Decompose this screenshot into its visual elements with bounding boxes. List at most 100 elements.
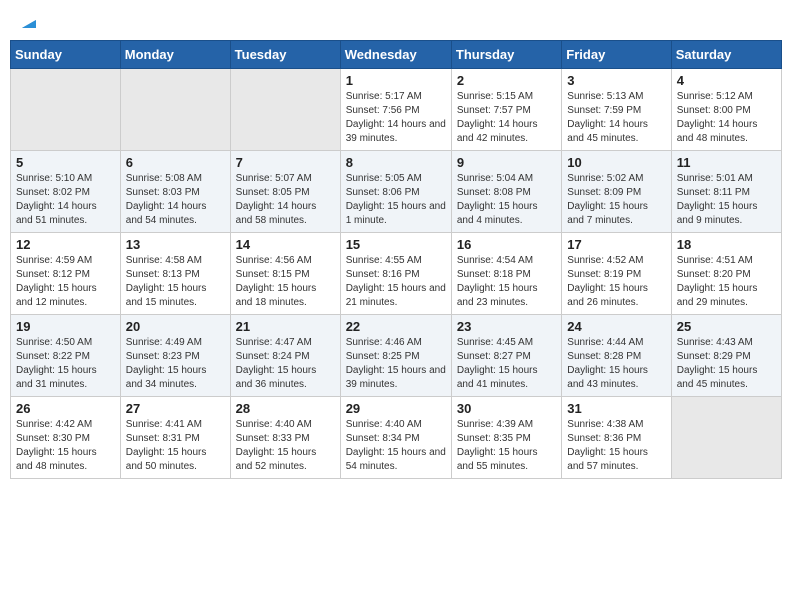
day-info: Sunrise: 4:55 AM Sunset: 8:16 PM Dayligh…: [346, 254, 446, 310]
day-info: Sunrise: 4:45 AM Sunset: 8:27 PM Dayligh…: [457, 336, 556, 392]
calendar-cell: 3 Sunrise: 5:13 AM Sunset: 7:59 PM Daylig…: [562, 69, 671, 151]
day-number: 12: [16, 237, 115, 252]
calendar-cell: 29 Sunrise: 4:40 AM Sunset: 8:34 PM Dayli…: [340, 397, 451, 479]
day-number: 14: [236, 237, 335, 252]
day-info: Sunrise: 5:04 AM Sunset: 8:08 PM Dayligh…: [457, 172, 556, 228]
calendar-cell: 10 Sunrise: 5:02 AM Sunset: 8:09 PM Dayli…: [562, 151, 671, 233]
calendar-cell: 17Sunrise: 4:52 AM Sunset: 8:19 PM Dayli…: [562, 233, 671, 315]
day-number: 29: [346, 401, 446, 416]
day-number: 11: [677, 155, 776, 170]
day-number: 27: [126, 401, 225, 416]
day-number: 6: [126, 155, 225, 170]
day-number: 21: [236, 319, 335, 334]
day-info: Sunrise: 5:17 AM Sunset: 7:56 PM Dayligh…: [346, 90, 446, 146]
day-info: Sunrise: 4:40 AM Sunset: 8:34 PM Dayligh…: [346, 418, 446, 474]
day-number: 28: [236, 401, 335, 416]
day-info: Sunrise: 4:44 AM Sunset: 8:28 PM Dayligh…: [567, 336, 665, 392]
calendar-week-row: 5 Sunrise: 5:10 AM Sunset: 8:02 PM Daylig…: [11, 151, 782, 233]
calendar-week-row: 1 Sunrise: 5:17 AM Sunset: 7:56 PM Daylig…: [11, 69, 782, 151]
calendar-cell: 23 Sunrise: 4:45 AM Sunset: 8:27 PM Dayli…: [451, 315, 561, 397]
day-number: 1: [346, 73, 446, 88]
day-info: Sunrise: 4:38 AM Sunset: 8:36 PM Dayligh…: [567, 418, 665, 474]
calendar-cell: [671, 397, 781, 479]
calendar-header-monday: Monday: [120, 41, 230, 69]
day-info: Sunrise: 5:05 AM Sunset: 8:06 PM Dayligh…: [346, 172, 446, 228]
day-number: 18: [677, 237, 776, 252]
day-number: 19: [16, 319, 115, 334]
calendar-header-row: SundayMondayTuesdayWednesdayThursdayFrid…: [11, 41, 782, 69]
day-info: Sunrise: 4:56 AM Sunset: 8:15 PM Dayligh…: [236, 254, 335, 310]
day-info: Sunrise: 5:13 AM Sunset: 7:59 PM Dayligh…: [567, 90, 665, 146]
day-number: 5: [16, 155, 115, 170]
day-info: Sunrise: 4:42 AM Sunset: 8:30 PM Dayligh…: [16, 418, 115, 474]
calendar-cell: 11 Sunrise: 5:01 AM Sunset: 8:11 PM Dayli…: [671, 151, 781, 233]
day-number: 31: [567, 401, 665, 416]
day-info: Sunrise: 4:50 AM Sunset: 8:22 PM Dayligh…: [16, 336, 115, 392]
day-info: Sunrise: 4:40 AM Sunset: 8:33 PM Dayligh…: [236, 418, 335, 474]
day-info: Sunrise: 4:46 AM Sunset: 8:25 PM Dayligh…: [346, 336, 446, 392]
calendar-cell: 4Sunrise: 5:12 AM Sunset: 8:00 PM Daylig…: [671, 69, 781, 151]
logo-icon: [16, 10, 38, 32]
day-number: 9: [457, 155, 556, 170]
calendar-week-row: 12 Sunrise: 4:59 AM Sunset: 8:12 PM Dayli…: [11, 233, 782, 315]
calendar-cell: 16 Sunrise: 4:54 AM Sunset: 8:18 PM Dayli…: [451, 233, 561, 315]
day-number: 13: [126, 237, 225, 252]
day-number: 8: [346, 155, 446, 170]
calendar-cell: 19 Sunrise: 4:50 AM Sunset: 8:22 PM Dayli…: [11, 315, 121, 397]
calendar-header-wednesday: Wednesday: [340, 41, 451, 69]
day-number: 25: [677, 319, 776, 334]
day-number: 30: [457, 401, 556, 416]
calendar-cell: 6 Sunrise: 5:08 AM Sunset: 8:03 PM Daylig…: [120, 151, 230, 233]
calendar-cell: 12 Sunrise: 4:59 AM Sunset: 8:12 PM Dayli…: [11, 233, 121, 315]
calendar-header-sunday: Sunday: [11, 41, 121, 69]
day-number: 22: [346, 319, 446, 334]
calendar-cell: [120, 69, 230, 151]
calendar-cell: 26 Sunrise: 4:42 AM Sunset: 8:30 PM Dayli…: [11, 397, 121, 479]
logo: [14, 10, 38, 32]
calendar-cell: 13Sunrise: 4:58 AM Sunset: 8:13 PM Dayli…: [120, 233, 230, 315]
calendar-cell: 25 Sunrise: 4:43 AM Sunset: 8:29 PM Dayli…: [671, 315, 781, 397]
calendar-cell: 7 Sunrise: 5:07 AM Sunset: 8:05 PM Daylig…: [230, 151, 340, 233]
day-number: 26: [16, 401, 115, 416]
calendar-cell: 9 Sunrise: 5:04 AM Sunset: 8:08 PM Daylig…: [451, 151, 561, 233]
calendar-cell: 20 Sunrise: 4:49 AM Sunset: 8:23 PM Dayli…: [120, 315, 230, 397]
calendar-header-thursday: Thursday: [451, 41, 561, 69]
day-number: 16: [457, 237, 556, 252]
day-number: 3: [567, 73, 665, 88]
day-info: Sunrise: 5:01 AM Sunset: 8:11 PM Dayligh…: [677, 172, 776, 228]
calendar-cell: 21 Sunrise: 4:47 AM Sunset: 8:24 PM Dayli…: [230, 315, 340, 397]
day-info: Sunrise: 4:52 AM Sunset: 8:19 PM Dayligh…: [567, 254, 665, 310]
day-info: Sunrise: 5:07 AM Sunset: 8:05 PM Dayligh…: [236, 172, 335, 228]
day-number: 23: [457, 319, 556, 334]
day-info: Sunrise: 5:10 AM Sunset: 8:02 PM Dayligh…: [16, 172, 115, 228]
calendar-table: SundayMondayTuesdayWednesdayThursdayFrid…: [10, 40, 782, 479]
calendar-header-friday: Friday: [562, 41, 671, 69]
day-info: Sunrise: 5:12 AM Sunset: 8:00 PM Dayligh…: [677, 90, 776, 146]
calendar-cell: 2Sunrise: 5:15 AM Sunset: 7:57 PM Daylig…: [451, 69, 561, 151]
day-info: Sunrise: 4:47 AM Sunset: 8:24 PM Dayligh…: [236, 336, 335, 392]
calendar-header-saturday: Saturday: [671, 41, 781, 69]
day-info: Sunrise: 4:49 AM Sunset: 8:23 PM Dayligh…: [126, 336, 225, 392]
calendar-cell: 22 Sunrise: 4:46 AM Sunset: 8:25 PM Dayli…: [340, 315, 451, 397]
calendar-cell: 24 Sunrise: 4:44 AM Sunset: 8:28 PM Dayli…: [562, 315, 671, 397]
day-info: Sunrise: 5:02 AM Sunset: 8:09 PM Dayligh…: [567, 172, 665, 228]
day-number: 2: [457, 73, 556, 88]
day-info: Sunrise: 4:39 AM Sunset: 8:35 PM Dayligh…: [457, 418, 556, 474]
page-header: [10, 10, 782, 32]
day-info: Sunrise: 4:43 AM Sunset: 8:29 PM Dayligh…: [677, 336, 776, 392]
day-info: Sunrise: 4:41 AM Sunset: 8:31 PM Dayligh…: [126, 418, 225, 474]
day-info: Sunrise: 5:08 AM Sunset: 8:03 PM Dayligh…: [126, 172, 225, 228]
day-number: 20: [126, 319, 225, 334]
calendar-cell: 8 Sunrise: 5:05 AM Sunset: 8:06 PM Daylig…: [340, 151, 451, 233]
calendar-cell: 27 Sunrise: 4:41 AM Sunset: 8:31 PM Dayli…: [120, 397, 230, 479]
day-number: 10: [567, 155, 665, 170]
day-number: 15: [346, 237, 446, 252]
day-number: 24: [567, 319, 665, 334]
day-number: 7: [236, 155, 335, 170]
calendar-cell: 5 Sunrise: 5:10 AM Sunset: 8:02 PM Daylig…: [11, 151, 121, 233]
day-info: Sunrise: 4:59 AM Sunset: 8:12 PM Dayligh…: [16, 254, 115, 310]
day-info: Sunrise: 4:54 AM Sunset: 8:18 PM Dayligh…: [457, 254, 556, 310]
calendar-cell: 31 Sunrise: 4:38 AM Sunset: 8:36 PM Dayli…: [562, 397, 671, 479]
calendar-cell: 28 Sunrise: 4:40 AM Sunset: 8:33 PM Dayli…: [230, 397, 340, 479]
calendar-cell: 18Sunrise: 4:51 AM Sunset: 8:20 PM Dayli…: [671, 233, 781, 315]
